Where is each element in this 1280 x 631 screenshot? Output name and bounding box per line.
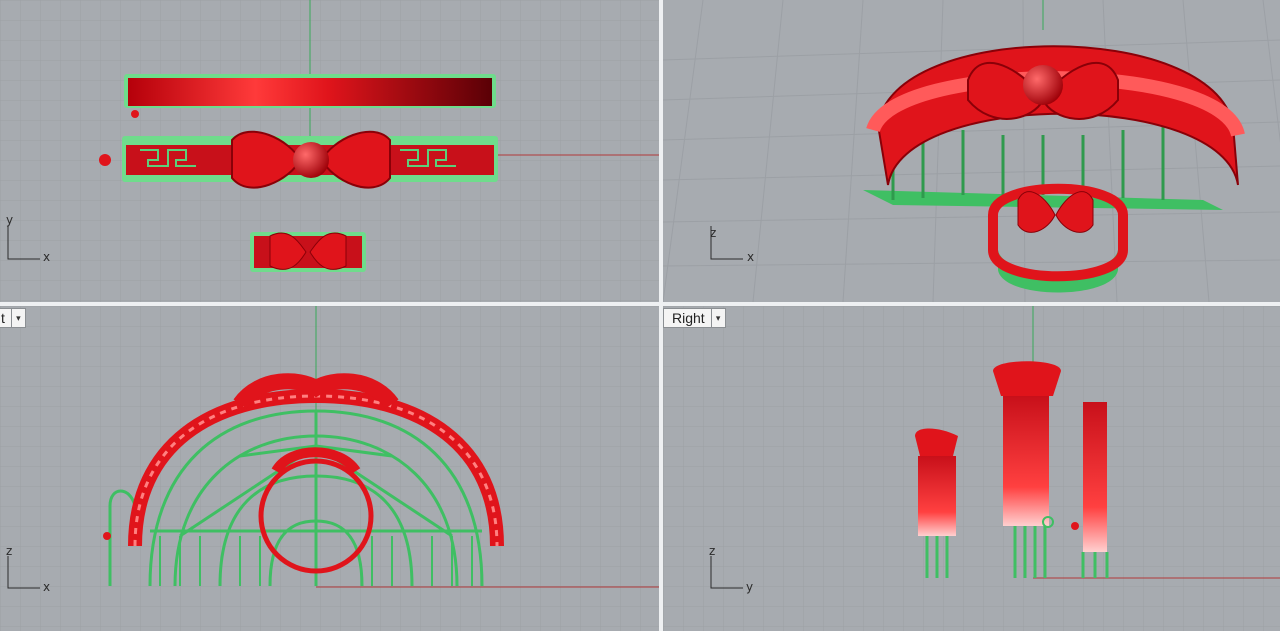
bracelet-model [99,130,498,189]
axis-label-horizontal: x [43,580,51,594]
axis-label-vertical: y [6,213,14,227]
chevron-down-icon[interactable]: ▾ [10,309,25,327]
viewport-divider-horizontal[interactable] [0,302,1280,306]
viewport-right[interactable]: Right ▾ z y [663,306,1280,631]
axis-label-vertical: z [709,544,716,558]
axis-label-horizontal: x [43,250,51,264]
chevron-down-icon[interactable]: ▾ [710,309,725,327]
viewport-title-label: Right [672,310,705,326]
top-viewport-canvas[interactable] [0,0,659,302]
axis-label-horizontal: y [746,580,754,594]
viewport-title-tab[interactable]: t ▾ [0,308,26,328]
axis-label-vertical: z [6,544,13,558]
right-viewport-canvas[interactable] [663,306,1280,631]
viewport-title-tab[interactable]: Right ▾ [663,308,726,328]
viewport-divider-vertical[interactable] [659,0,663,631]
viewport-front[interactable]: t ▾ z x [0,306,659,631]
axis-label-vertical: z [710,226,717,240]
viewport-perspective[interactable]: z x [663,0,1280,302]
axis-label-horizontal: x [747,250,755,264]
front-viewport-canvas[interactable] [0,306,659,631]
viewport-title-label: t [1,310,5,326]
ring-model [250,232,366,272]
perspective-viewport-canvas[interactable] [663,0,1280,302]
rhino-quad-viewport-layout: y x z x t ▾ z x Right ▾ z y [0,0,1280,631]
viewport-top[interactable]: y x [0,0,659,302]
